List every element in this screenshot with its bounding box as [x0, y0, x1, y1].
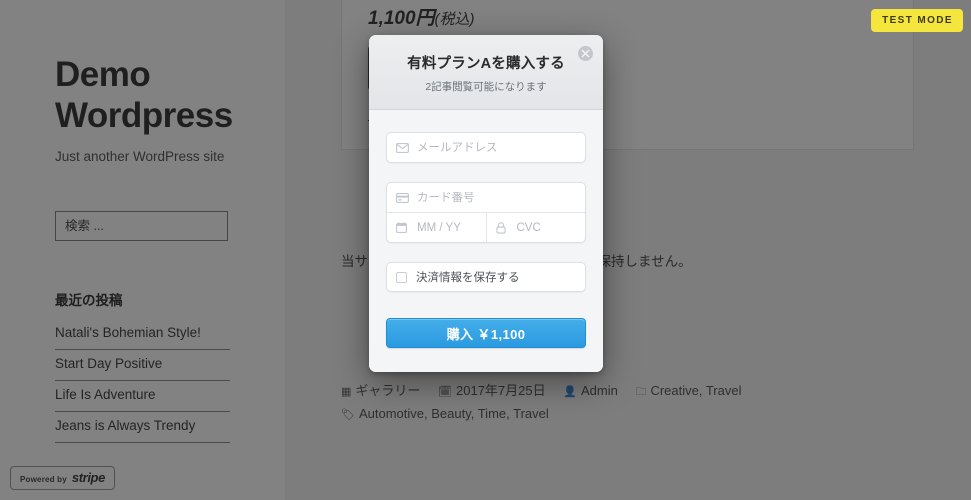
card-number-input[interactable]	[417, 191, 576, 204]
expiry-cvc-row	[387, 212, 585, 242]
pay-button[interactable]: 購入 ￥1,100	[386, 318, 586, 348]
expiry-input[interactable]	[417, 221, 477, 234]
lock-icon	[495, 221, 510, 234]
email-field[interactable]	[387, 133, 585, 162]
modal-subtitle: 2記事閲覧可能になります	[425, 81, 547, 93]
save-payment-info-checkbox[interactable]	[396, 271, 407, 283]
close-x-glyph	[581, 49, 590, 58]
stripe-checkout-modal: 有料プランAを購入する 2記事閲覧可能になります メールアドレス カード番号 M…	[369, 35, 603, 372]
card-number-row	[387, 183, 585, 212]
save-payment-info-label: 決済情報を保存する	[416, 272, 520, 284]
email-row	[387, 133, 585, 162]
email-field-group	[386, 132, 586, 163]
expiry-field[interactable]	[387, 213, 486, 242]
close-icon[interactable]	[578, 46, 593, 61]
card-number-field[interactable]	[387, 183, 585, 212]
calendar-icon	[396, 222, 410, 233]
envelope-icon	[396, 142, 410, 153]
test-mode-badge: TEST MODE	[871, 9, 963, 32]
modal-title: 有料プランAを購入する	[407, 56, 565, 72]
email-input[interactable]	[417, 141, 576, 154]
credit-card-icon	[396, 192, 410, 203]
modal-body: 決済情報を保存する 購入 ￥1,100	[369, 110, 603, 372]
cvc-input[interactable]	[516, 221, 576, 234]
modal-header: 有料プランAを購入する 2記事閲覧可能になります	[369, 35, 603, 110]
save-payment-info-row[interactable]: 決済情報を保存する	[386, 262, 586, 292]
cvc-field[interactable]	[485, 213, 586, 242]
card-field-group	[386, 182, 586, 243]
